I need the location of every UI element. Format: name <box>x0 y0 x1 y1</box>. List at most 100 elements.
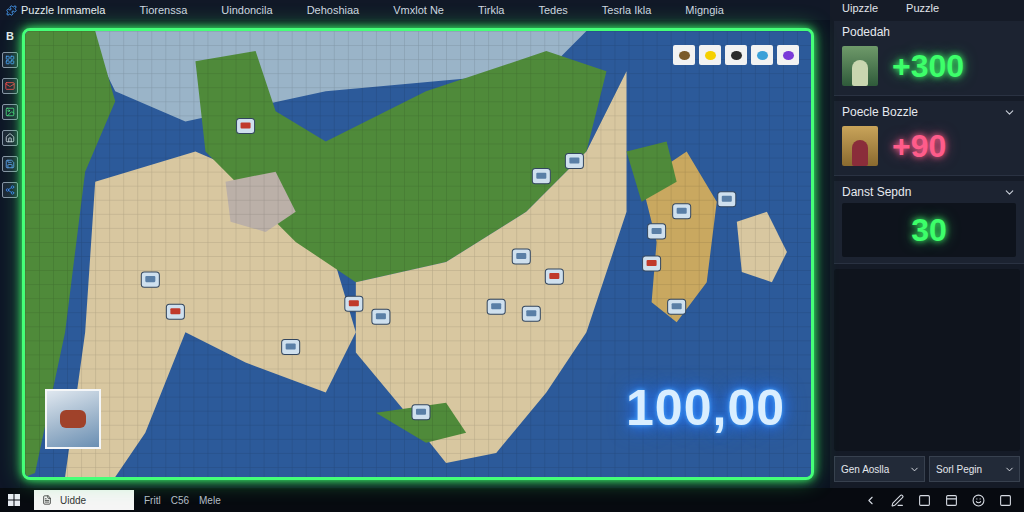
map-piece-icon[interactable] <box>282 339 300 354</box>
menu-item[interactable]: Vmxlot Ne <box>393 4 444 16</box>
menu-item[interactable]: Uindoncila <box>221 4 272 16</box>
tool-button[interactable] <box>2 156 18 172</box>
screen: Puzzle Inmamela Tiorenssa Uindoncila Dehosh… <box>0 0 1024 512</box>
image-icon[interactable] <box>5 107 15 117</box>
menu-item[interactable]: Tirkla <box>478 4 504 16</box>
tool-button[interactable] <box>2 130 18 146</box>
pen-icon[interactable] <box>891 494 904 507</box>
board-tool-button[interactable] <box>673 45 695 65</box>
menu-item[interactable]: Tesrla Ikla <box>602 4 652 16</box>
mail-icon[interactable] <box>5 81 15 91</box>
score-card[interactable]: Danst Sepdn30 <box>834 181 1024 264</box>
map-piece-icon[interactable] <box>512 249 530 264</box>
card-body: +90 <box>842 123 1016 169</box>
map-piece-icon[interactable] <box>141 272 159 287</box>
map-piece-icon[interactable] <box>668 299 686 314</box>
map-piece-icon[interactable] <box>718 192 736 207</box>
card-header: Podedah <box>842 25 1016 39</box>
tool-button[interactable] <box>2 182 18 198</box>
home-icon[interactable] <box>5 133 15 143</box>
side-panel: Uipzzle Puzzle Podedah +300 Poecle Bozzle +90… <box>830 0 1024 488</box>
score-card[interactable]: Podedah +300 <box>834 21 1024 96</box>
menu-item[interactable]: Tiorenssa <box>139 4 187 16</box>
taskbar-item[interactable]: Fritl <box>144 495 161 506</box>
desktop-icon[interactable] <box>999 494 1012 507</box>
panel-header-label[interactable]: Uipzzle <box>842 2 878 16</box>
card-value: +300 <box>892 48 964 85</box>
taskbar-search[interactable]: Uidde <box>34 490 134 510</box>
preview-figure-icon <box>60 410 86 428</box>
menu-item[interactable]: Dehoshiaa <box>307 4 360 16</box>
score: 100,00 <box>626 379 785 437</box>
map-piece-icon[interactable] <box>166 304 184 319</box>
board-tool-button[interactable] <box>699 45 721 65</box>
dropdown[interactable]: Gen Aoslla <box>834 456 925 482</box>
tray <box>864 494 1016 507</box>
save-icon[interactable] <box>5 159 15 169</box>
card-value: +90 <box>892 128 946 165</box>
map-piece-icon[interactable] <box>565 154 583 169</box>
map-piece-icon[interactable] <box>372 309 390 324</box>
player-avatar <box>842 126 878 166</box>
board-tools <box>673 45 799 65</box>
puzzle-board[interactable]: 100,00 <box>22 28 814 480</box>
taskbar-item[interactable]: C56 <box>171 495 189 506</box>
strip-letter[interactable]: B <box>6 30 14 42</box>
chevron-down-icon <box>1004 464 1015 475</box>
map-piece-icon[interactable] <box>545 269 563 284</box>
map-piece-icon[interactable] <box>487 299 505 314</box>
player-figure-icon <box>852 60 868 86</box>
tool-icon <box>705 51 716 60</box>
board-tool-button[interactable] <box>777 45 799 65</box>
workspace: B 100,00 <box>0 20 830 488</box>
card-title: Danst Sepdn <box>842 185 911 199</box>
app-title: Puzzle Inmamela <box>6 4 105 16</box>
card-title: Poecle Bozzle <box>842 105 918 119</box>
map-piece-icon[interactable] <box>345 296 363 311</box>
back-icon[interactable] <box>864 494 877 507</box>
chevron-down-icon[interactable] <box>1003 106 1016 119</box>
map-piece-icon[interactable] <box>522 306 540 321</box>
card-header: Poecle Bozzle <box>842 105 1016 119</box>
board-tool-button[interactable] <box>751 45 773 65</box>
map-piece-icon[interactable] <box>237 118 255 133</box>
board-area: 100,00 <box>20 20 830 488</box>
menu-item[interactable]: Tedes <box>538 4 567 16</box>
windows-icon[interactable] <box>8 494 20 506</box>
card-value: 30 <box>911 212 947 249</box>
tool-button[interactable] <box>2 78 18 94</box>
board-tool-button[interactable] <box>725 45 747 65</box>
map-piece-icon[interactable] <box>532 169 550 184</box>
panel-header-label[interactable]: Puzzle <box>906 2 939 16</box>
share-icon[interactable] <box>5 185 15 195</box>
dropdown[interactable]: Sorl Pegin <box>929 456 1020 482</box>
dropdown-row: Gen AosllaSorl Pegin <box>834 456 1024 482</box>
panel-header: Uipzzle Puzzle <box>834 0 1024 16</box>
map-piece-icon[interactable] <box>648 224 666 239</box>
tool-strip: B <box>0 20 20 488</box>
menu-item[interactable]: Migngia <box>685 4 724 16</box>
map-piece-icon[interactable] <box>673 204 691 219</box>
smile-icon[interactable] <box>972 494 985 507</box>
preview-thumbnail[interactable] <box>45 389 101 449</box>
tool-icon <box>757 51 768 60</box>
tool-button[interactable] <box>2 104 18 120</box>
grid-icon[interactable] <box>5 55 15 65</box>
counter-box: 30 <box>842 203 1016 257</box>
taskbar: Uidde Fritl C56 Mele <box>0 488 1024 512</box>
empty-panel <box>834 269 1020 451</box>
panel-icon[interactable] <box>945 494 958 507</box>
map-piece-icon[interactable] <box>412 405 430 420</box>
window-icon[interactable] <box>918 494 931 507</box>
card-body: +300 <box>842 43 1016 89</box>
map-piece-icon[interactable] <box>643 256 661 271</box>
card-body: 30 <box>842 203 1016 257</box>
puzzle-icon <box>6 5 17 16</box>
tool-button[interactable] <box>2 52 18 68</box>
file-icon <box>42 495 52 505</box>
score-card[interactable]: Poecle Bozzle +90 <box>834 101 1024 176</box>
tool-icon <box>679 51 690 60</box>
taskbar-item[interactable]: Mele <box>199 495 221 506</box>
chevron-down-icon[interactable] <box>1003 186 1016 199</box>
player-avatar <box>842 46 878 86</box>
